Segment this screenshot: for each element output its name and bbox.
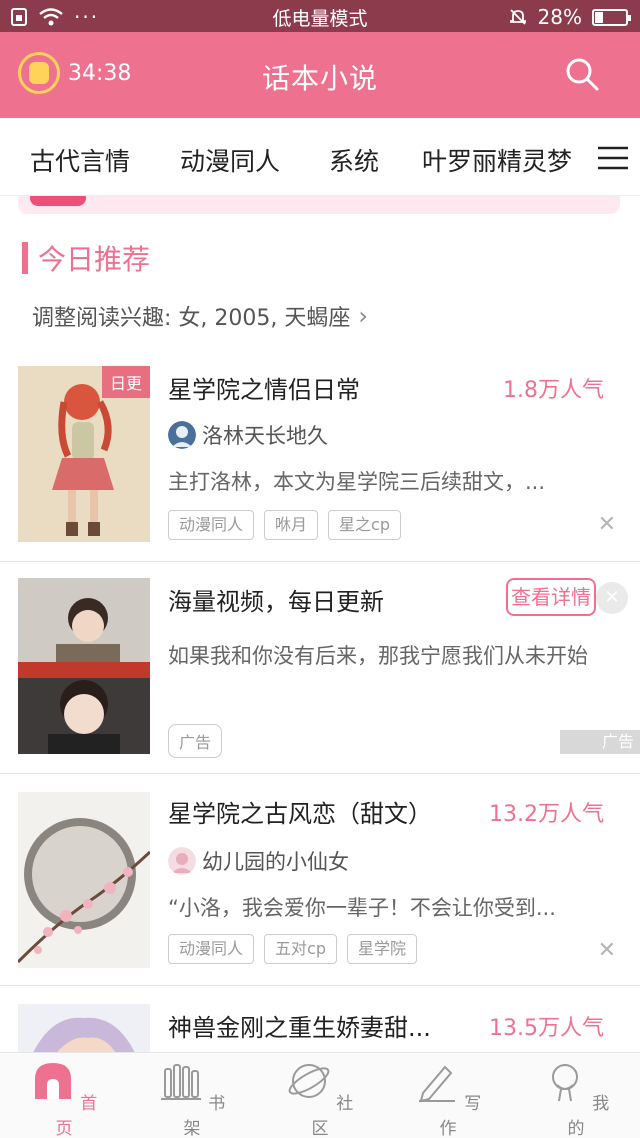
tag[interactable]: 动漫同人: [168, 510, 255, 540]
popularity: 13.5万人气: [489, 1016, 604, 1041]
author[interactable]: 幼儿园的小仙女: [168, 846, 349, 876]
ad-close-icon[interactable]: ✕: [596, 582, 628, 614]
author[interactable]: 洛林天长地久: [168, 420, 328, 450]
tag-list: 动漫同人 咻月 星之cp: [168, 510, 401, 540]
battery-percent: 28%: [537, 5, 582, 29]
search-icon[interactable]: [564, 56, 600, 92]
nav-profile[interactable]: 我的: [536, 1059, 616, 1138]
ad-tag: 广告: [168, 724, 223, 758]
popularity: 13.2万人气: [489, 802, 604, 827]
daily-update-badge: 日更: [101, 366, 150, 398]
book-card[interactable]: 日更 星学院之情侣日常 1.8万人气 洛林天长地久 主打洛林，本文为星学院三后续…: [0, 350, 640, 562]
book-title: 星学院之古风恋（甜文）: [168, 800, 432, 828]
interest-label: 调整阅读兴趣: 女, 2005, 天蝎座: [32, 306, 351, 331]
chevron-right-icon: ›: [358, 302, 368, 330]
section-title: 今日推荐: [38, 243, 151, 276]
section-header: 今日推荐: [22, 238, 150, 278]
notice-banner[interactable]: [18, 196, 620, 214]
author-avatar: [168, 421, 196, 449]
book-description: “小洛，我会爱你一辈子！不会让你受到...: [168, 896, 556, 920]
ad-card[interactable]: 海量视频，每日更新 查看详情 ✕ 如果我和你没有后来，那我宁愿我们从未开始 广告…: [0, 562, 640, 774]
tag[interactable]: 动漫同人: [168, 934, 255, 964]
home-icon: [34, 1063, 71, 1099]
nav-home[interactable]: 首页: [24, 1059, 104, 1138]
category-tab[interactable]: 动漫同人: [180, 142, 280, 178]
bottom-nav: 首页 书架 社区 写作 我的: [0, 1052, 640, 1138]
nav-community[interactable]: 社区: [280, 1059, 360, 1138]
category-tab[interactable]: 系统: [329, 142, 379, 178]
status-bar: ··· 低电量模式 28%: [0, 0, 640, 32]
tag[interactable]: 星学院: [346, 934, 417, 964]
view-details-button[interactable]: 查看详情: [506, 578, 596, 616]
app-title: 话本小说: [261, 62, 378, 95]
tag-list: 动漫同人 五对cp 星学院: [168, 934, 417, 964]
book-title: 神兽金刚之重生娇妻甜...: [168, 1014, 431, 1042]
category-tabs: 古代言情 动漫同人 系统 叶罗丽精灵梦: [0, 118, 640, 196]
adjust-interest-link[interactable]: 调整阅读兴趣: 女, 2005, 天蝎座 ›: [32, 300, 368, 332]
ad-video-thumbnail: [18, 578, 150, 754]
banner-pill: [30, 196, 86, 206]
pen-icon: [418, 1065, 455, 1103]
book-cover[interactable]: [18, 1004, 150, 1052]
cover-illustration: [18, 1004, 150, 1052]
close-icon[interactable]: ✕: [598, 512, 616, 537]
mute-bell-icon: [509, 9, 526, 25]
ad-description: 如果我和你没有后来，那我宁愿我们从未开始: [168, 644, 588, 668]
planet-icon: [288, 1064, 330, 1098]
app-header: 34:38 话本小说: [0, 32, 640, 118]
profile-icon: [551, 1064, 578, 1102]
tag[interactable]: 星之cp: [328, 510, 401, 540]
battery-fill: [595, 11, 604, 23]
menu-icon[interactable]: [598, 146, 628, 170]
nav-write[interactable]: 写作: [408, 1059, 488, 1138]
book-title: 星学院之情侣日常: [168, 376, 360, 404]
bookshelf-icon: [160, 1064, 201, 1100]
book-card[interactable]: 神兽金刚之重生娇妻甜... 13.5万人气: [0, 986, 640, 1052]
section-accent-bar: [22, 242, 28, 274]
battery-icon: [592, 8, 631, 26]
book-description: 主打洛林，本文为星学院三后续甜文，...: [168, 470, 546, 494]
category-tab[interactable]: 叶罗丽精灵梦: [422, 142, 572, 178]
ad-badge: 广告: [560, 730, 640, 754]
book-cover[interactable]: [18, 792, 150, 968]
book-cover[interactable]: 日更: [18, 366, 150, 542]
tag[interactable]: 咻月: [264, 510, 319, 540]
popularity: 1.8万人气: [503, 378, 604, 403]
book-card[interactable]: 星学院之古风恋（甜文） 13.2万人气 幼儿园的小仙女 “小洛，我会爱你一辈子！…: [0, 774, 640, 986]
close-icon[interactable]: ✕: [598, 938, 616, 963]
author-avatar: [168, 847, 196, 875]
author-name: 洛林天长地久: [202, 424, 328, 448]
category-tab[interactable]: 古代言情: [30, 142, 130, 178]
cover-illustration: [18, 792, 150, 968]
author-name: 幼儿园的小仙女: [202, 850, 349, 874]
status-icons-right: 28%: [508, 5, 631, 29]
nav-bookshelf[interactable]: 书架: [152, 1059, 232, 1138]
tag[interactable]: 五对cp: [264, 934, 337, 964]
ad-title: 海量视频，每日更新: [168, 588, 384, 616]
ad-cover[interactable]: [18, 578, 150, 754]
